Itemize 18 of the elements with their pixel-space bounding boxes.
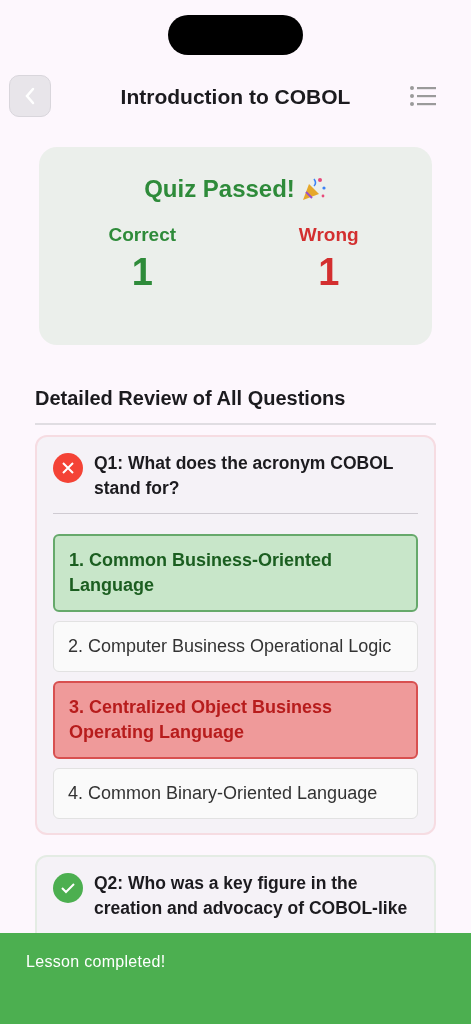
back-button[interactable] — [9, 75, 51, 117]
answer-option: 3. Centralized Object Business Operating Language — [53, 681, 418, 759]
question-text: Q2: Who was a key figure in the creation and advocacy of COBOL-like — [94, 872, 409, 920]
correct-label: Correct — [108, 223, 177, 247]
result-title: Quiz Passed! — [144, 174, 295, 204]
page-title: Introduction to COBOL — [120, 84, 351, 111]
correct-count: 1 — [131, 249, 153, 295]
answer-option: 1. Common Business-Oriented Language — [53, 534, 418, 612]
section-heading: Detailed Review of All Questions — [35, 386, 347, 411]
answer-option: 2. Computer Business Operational Logic — [53, 621, 418, 672]
toast-message: Lesson completed! — [26, 953, 166, 970]
wrong-count: 1 — [318, 249, 340, 295]
wrong-label: Wrong — [298, 223, 359, 247]
chevron-left-icon — [24, 87, 36, 105]
answer-option: 4. Common Binary-Oriented Language — [53, 768, 418, 819]
party-popper-icon — [300, 176, 327, 202]
list-icon[interactable] — [410, 85, 436, 107]
question-text: Q1: What does the acronym COBOL stand for? — [94, 452, 395, 500]
